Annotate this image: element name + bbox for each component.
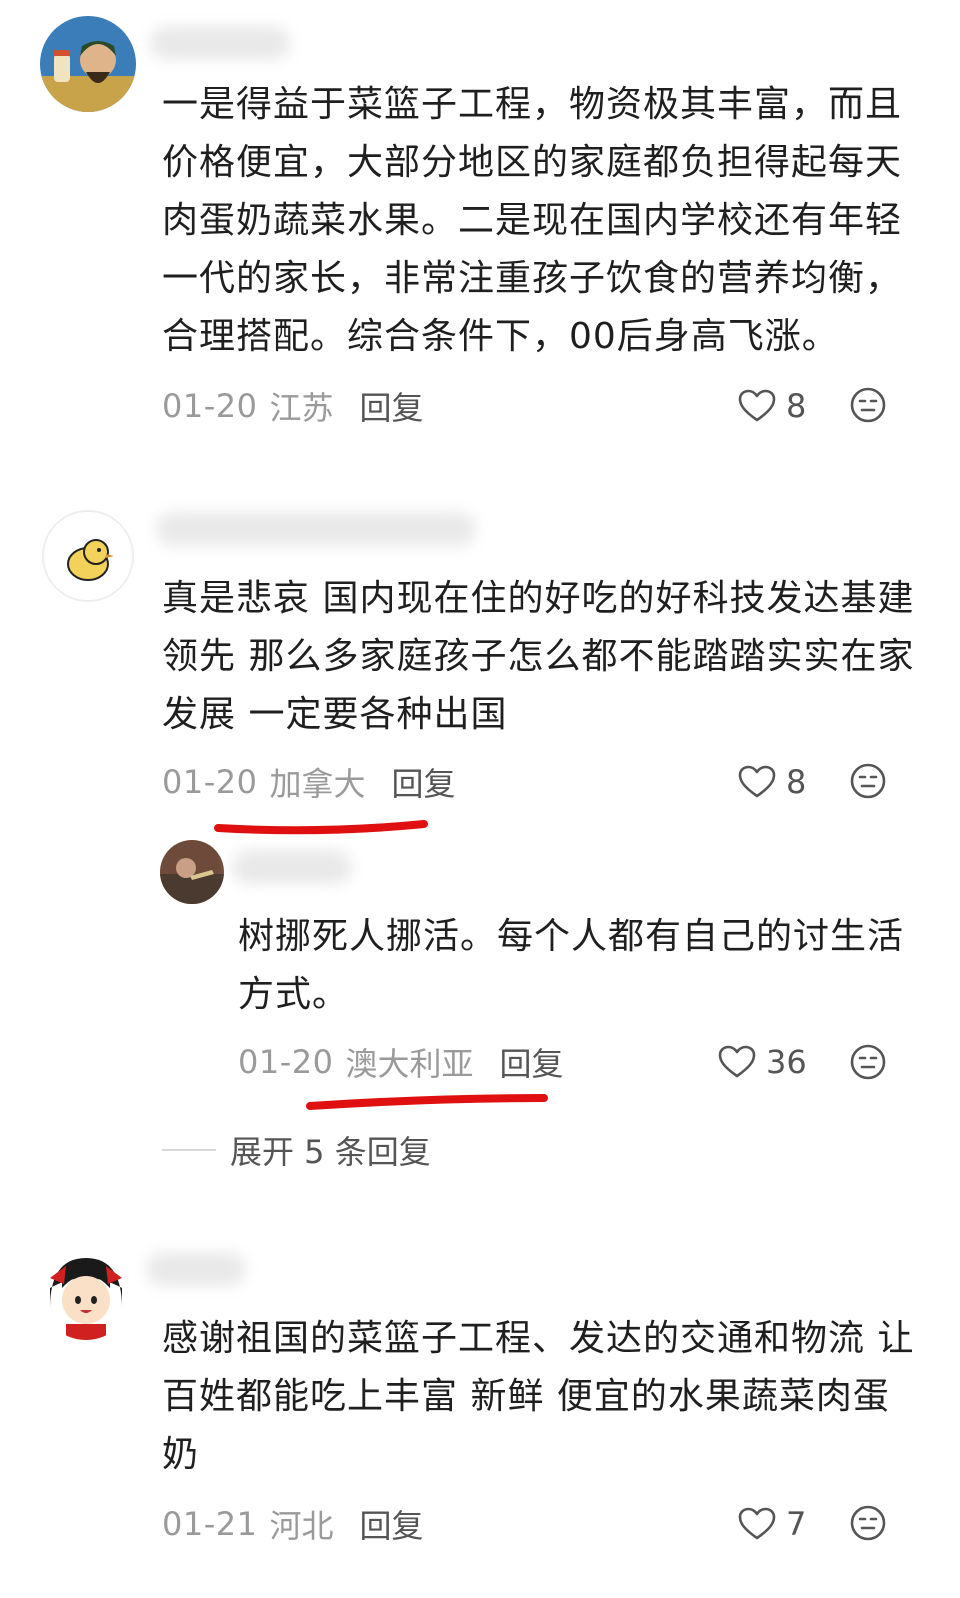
comment-line: 价格便宜，大部分地区的家庭都负担得起每天: [162, 142, 903, 183]
expand-replies-label: 展开 5 条回复: [230, 1133, 431, 1171]
comment-line: 发展 一定要各种出国: [162, 694, 508, 735]
like-button[interactable]: 8: [738, 384, 806, 428]
heart-outline-icon: [738, 765, 776, 798]
dislike-button[interactable]: [850, 1505, 886, 1545]
annotation-underline: [214, 820, 428, 835]
comment-3: 感谢祖国的菜篮子工程、发达的交通和物流 让 百姓都能吃上丰富 新鲜 便宜的水果蔬…: [0, 1200, 960, 1598]
comment-date: 01-21: [162, 1505, 258, 1543]
comment-line: 领先 那么多家庭孩子怎么都不能踏踏实实在家: [162, 636, 915, 677]
like-button[interactable]: 36: [718, 1040, 807, 1084]
username-redacted[interactable]: [146, 1252, 246, 1286]
heart-outline-icon: [738, 1507, 776, 1540]
reply-line: 方式。: [238, 974, 350, 1015]
comment-text: 感谢祖国的菜篮子工程、发达的交通和物流 让 百姓都能吃上丰富 新鲜 便宜的水果蔬…: [162, 1310, 922, 1484]
unhappy-face-icon: [850, 1505, 886, 1541]
heart-outline-icon: [738, 389, 776, 422]
like-count: 7: [786, 1505, 807, 1543]
comment-date: 01-20: [162, 387, 258, 425]
username-redacted[interactable]: [156, 512, 476, 546]
comment-location: 加拿大: [269, 765, 366, 803]
comment-meta: 01-21 河北 回复: [162, 1502, 424, 1546]
comment-line: 真是悲哀 国内现在住的好吃的好科技发达基建: [162, 578, 915, 619]
reply-meta: 01-20 澳大利亚 回复: [238, 1040, 564, 1084]
comment-1: 一是得益于菜篮子工程，物资极其丰富，而且 价格便宜，大部分地区的家庭都负担得起每…: [0, 0, 960, 460]
comment-line: 一代的家长，非常注重孩子饮食的营养均衡，: [162, 258, 903, 299]
avatar[interactable]: [42, 510, 134, 602]
like-count: 8: [786, 387, 807, 425]
comment-meta: 01-20 江苏 回复: [162, 384, 424, 428]
annotation-underline: [306, 1094, 548, 1110]
comment-2: 真是悲哀 国内现在住的好吃的好科技发达基建 领先 那么多家庭孩子怎么都不能踏踏实…: [0, 460, 960, 1200]
username-redacted[interactable]: [150, 26, 290, 60]
comment-location: 河北: [269, 1507, 334, 1545]
reply-text: 树挪死人挪活。每个人都有自己的讨生活 方式。: [238, 908, 928, 1024]
unhappy-face-icon: [850, 763, 886, 799]
like-count: 36: [766, 1043, 807, 1081]
avatar[interactable]: [40, 16, 136, 112]
divider: [162, 1149, 216, 1151]
avatar[interactable]: [160, 840, 224, 904]
reply-button[interactable]: 回复: [360, 383, 424, 429]
comment-line: 感谢祖国的菜篮子工程、发达的交通和物流 让: [162, 1318, 915, 1359]
like-button[interactable]: 7: [738, 1502, 806, 1546]
comment-line: 百姓都能吃上丰富 新鲜 便宜的水果蔬菜肉蛋: [162, 1376, 890, 1417]
avatar[interactable]: [40, 1248, 132, 1340]
reply-line: 树挪死人挪活。每个人都有自己的讨生活: [238, 916, 905, 957]
comment-line: 奶: [162, 1434, 200, 1475]
reply-location: 澳大利亚: [345, 1045, 474, 1083]
comment-line: 肉蛋奶蔬菜水果。二是现在国内学校还有年轻: [162, 200, 903, 241]
dislike-button[interactable]: [850, 387, 886, 427]
dislike-button[interactable]: [850, 1044, 886, 1084]
dislike-button[interactable]: [850, 763, 886, 803]
comment-meta: 01-20 加拿大 回复: [162, 760, 456, 804]
heart-outline-icon: [718, 1045, 756, 1078]
reply-date: 01-20: [238, 1043, 334, 1081]
comment-line: 合理搭配。综合条件下，00后身高飞涨。: [162, 316, 839, 357]
reply-button[interactable]: 回复: [392, 759, 456, 805]
reply-button[interactable]: 回复: [360, 1501, 424, 1547]
reply-button[interactable]: 回复: [500, 1039, 564, 1085]
comment-date: 01-20: [162, 763, 258, 801]
comment-text: 真是悲哀 国内现在住的好吃的好科技发达基建 领先 那么多家庭孩子怎么都不能踏踏实…: [162, 570, 922, 744]
like-button[interactable]: 8: [738, 760, 806, 804]
comment-line: 一是得益于菜篮子工程，物资极其丰富，而且: [162, 84, 903, 125]
unhappy-face-icon: [850, 1044, 886, 1080]
comment-location: 江苏: [269, 389, 334, 427]
unhappy-face-icon: [850, 387, 886, 423]
username-redacted[interactable]: [232, 850, 352, 884]
expand-replies-button[interactable]: 展开 5 条回复: [162, 1128, 431, 1172]
comment-text: 一是得益于菜篮子工程，物资极其丰富，而且 价格便宜，大部分地区的家庭都负担得起每…: [162, 76, 922, 366]
like-count: 8: [786, 763, 807, 801]
